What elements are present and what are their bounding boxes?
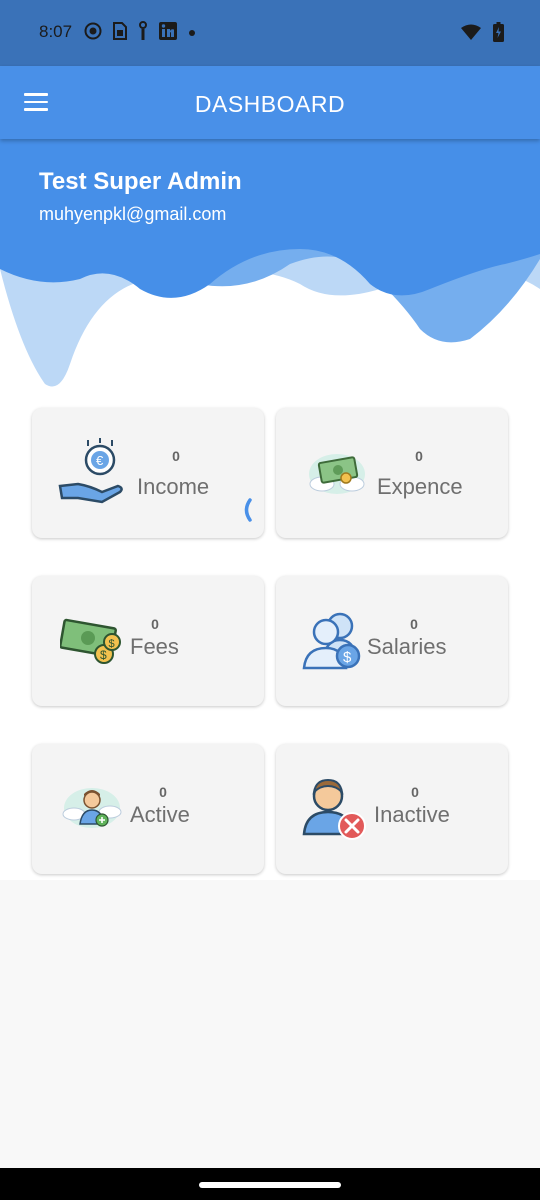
svg-text:€: € xyxy=(96,453,104,468)
status-time: 8:07 xyxy=(39,22,73,41)
svg-text:$: $ xyxy=(343,649,352,666)
card-active[interactable]: 0 Active xyxy=(32,744,264,874)
banknote-coins-icon: $ $ xyxy=(59,616,122,673)
salaries-count: 0 xyxy=(410,616,418,632)
app-bar: DASHBOARD xyxy=(0,66,540,139)
system-nav-bar xyxy=(0,1168,540,1200)
loading-spinner-icon xyxy=(242,498,252,527)
info-icon xyxy=(138,20,148,46)
wifi-icon xyxy=(461,24,481,45)
expence-label: Expence xyxy=(377,474,463,499)
inactive-label: Inactive xyxy=(374,802,450,827)
fees-count: 0 xyxy=(151,616,159,632)
github-icon xyxy=(84,22,102,45)
card-expence[interactable]: 0 Expence xyxy=(276,408,508,538)
person-remove-icon xyxy=(302,776,370,849)
home-gesture-handle[interactable] xyxy=(199,1182,341,1188)
money-hand-icon: € xyxy=(58,438,126,509)
status-bar: 8:07 xyxy=(0,0,540,66)
users-dollar-icon: $ xyxy=(302,610,362,677)
svg-text:$: $ xyxy=(100,648,107,662)
expence-count: 0 xyxy=(415,448,423,464)
card-salaries[interactable]: $ 0 Salaries xyxy=(276,576,508,706)
sim-icon xyxy=(112,21,128,46)
svg-text:$: $ xyxy=(109,638,115,650)
inactive-count: 0 xyxy=(411,784,419,800)
battery-icon xyxy=(493,22,504,47)
status-icons-left xyxy=(84,20,196,46)
fees-label: Fees xyxy=(130,634,179,659)
page-title: DASHBOARD xyxy=(194,91,346,117)
salaries-label: Salaries xyxy=(367,634,447,659)
person-cloud-add-icon xyxy=(62,784,122,837)
card-income[interactable]: € 0 Income xyxy=(32,408,264,538)
active-count: 0 xyxy=(159,784,167,800)
card-fees[interactable]: $ $ 0 Fees xyxy=(32,576,264,706)
income-label: Income xyxy=(137,474,210,499)
user-name: Test Super Admin xyxy=(39,168,242,195)
linkedin-icon xyxy=(158,21,178,46)
dot-icon xyxy=(188,24,196,42)
income-count: 0 xyxy=(172,448,180,464)
status-icons-right xyxy=(461,22,504,47)
active-label: Active xyxy=(130,802,190,827)
cash-cloud-icon xyxy=(308,448,366,501)
card-inactive[interactable]: 0 Inactive xyxy=(276,744,508,874)
user-email: muhyenpkl@gmail.com xyxy=(39,204,227,224)
